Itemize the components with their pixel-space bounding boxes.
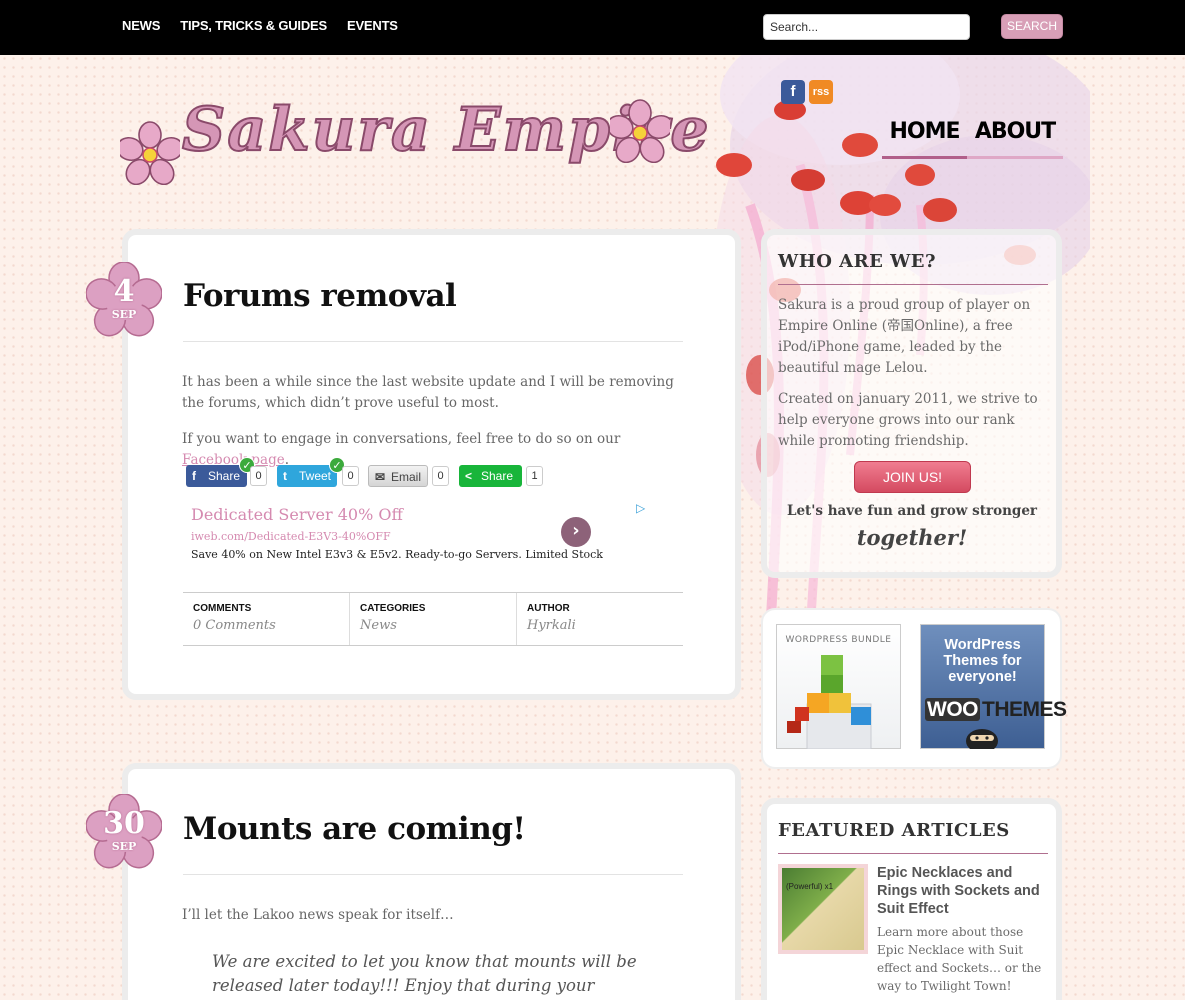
meta-label: CATEGORIES <box>360 603 426 614</box>
featured-article-title[interactable]: Epic Necklaces and Rings with Sockets an… <box>877 864 1052 918</box>
widget-title: WHO ARE WE? <box>778 251 937 272</box>
widget-title: FEATURED ARTICLES <box>778 820 1010 841</box>
post-quote: We are excited to let you know that moun… <box>212 952 637 995</box>
wordpress-bundle-banner[interactable]: WORDPRESS BUNDLE <box>776 624 901 749</box>
share-count: 0 <box>432 466 449 486</box>
post-title[interactable]: Forums removal <box>183 278 457 314</box>
chevron-right-icon[interactable]: › <box>561 517 591 547</box>
twitter-icon: t <box>283 469 287 483</box>
meta-author[interactable]: AUTHOR Hyrkali <box>517 593 683 645</box>
nav-about[interactable]: ABOUT <box>967 115 1063 159</box>
thumbnail-caption: (Powerful) x1 <box>786 882 834 891</box>
ad-choices-icon[interactable]: ▷ <box>636 501 645 515</box>
tweet-button[interactable]: t Tweet ✓ <box>277 457 345 487</box>
post-month: SEP <box>111 840 137 853</box>
post-paragraph: If you want to engage in conversations, … <box>182 429 682 471</box>
facebook-icon: f <box>192 469 196 483</box>
share-icon: < <box>465 469 473 483</box>
join-us-button[interactable]: JOIN US! <box>854 461 971 493</box>
widget-paragraph: Created on january 2011, we strive to he… <box>778 391 1038 449</box>
top-nav-news[interactable]: NEWS <box>122 18 160 33</box>
divider <box>778 284 1048 285</box>
post-date-badge: 30 SEP <box>86 794 162 870</box>
post-date-badge: 4 SEP <box>86 262 162 338</box>
rss-icon[interactable]: rss <box>809 80 833 104</box>
nav-home[interactable]: HOME <box>882 115 967 159</box>
banner-label: WORDPRESS BUNDLE <box>785 635 892 645</box>
divider <box>778 853 1048 854</box>
facebook-icon[interactable]: f <box>781 80 805 104</box>
ninja-icon <box>966 729 998 749</box>
tagline-emphasis: together! <box>856 525 968 550</box>
featured-article-excerpt: Learn more about those Epic Necklace wit… <box>877 925 1042 993</box>
paragraph-text: If you want to engage in conversations, … <box>182 431 621 447</box>
share-count: 1 <box>526 466 543 486</box>
meta-value: News <box>360 618 397 633</box>
meta-categories[interactable]: CATEGORIES News <box>350 593 517 645</box>
ad-url[interactable]: iweb.com/Dedicated-E3V3-40%OFF <box>191 530 391 543</box>
email-icon: ✉ <box>375 470 386 484</box>
main-nav: HOME ABOUT <box>882 115 1063 159</box>
meta-value: Hyrkali <box>527 618 576 633</box>
generic-share-button[interactable]: < Share <box>459 465 522 487</box>
share-label: Share <box>208 469 241 483</box>
search-input[interactable] <box>763 14 970 40</box>
share-label: Tweet <box>299 469 332 483</box>
ad-title[interactable]: Dedicated Server 40% Off <box>191 505 403 524</box>
search-button[interactable]: SEARCH <box>1001 14 1063 39</box>
meta-value: 0 Comments <box>193 618 276 633</box>
meta-comments[interactable]: COMMENTS 0 Comments <box>183 593 350 645</box>
divider <box>183 341 683 342</box>
share-label: Email <box>391 470 422 484</box>
social-links: f rss <box>781 80 833 104</box>
top-nav-events[interactable]: EVENTS <box>347 18 398 33</box>
post-day: 4 <box>113 274 135 309</box>
featured-article-thumbnail[interactable]: (Powerful) x1 <box>778 864 868 954</box>
meta-label: COMMENTS <box>193 603 252 614</box>
post-paragraph: I’ll let the Lakoo news speak for itself… <box>182 907 454 923</box>
logo-word: WOO <box>925 698 980 721</box>
woothemes-banner[interactable]: WordPress Themes for everyone! WOO THEMES <box>920 624 1067 749</box>
post-paragraph: It has been a while since the last websi… <box>182 374 674 411</box>
post-day: 30 <box>103 806 145 841</box>
sakura-flower-icon <box>120 121 180 185</box>
divider <box>183 874 683 875</box>
banner-text: WordPress Themes for everyone! <box>943 637 1022 685</box>
post-meta: COMMENTS 0 Comments CATEGORIES News AUTH… <box>183 592 683 646</box>
site-logo[interactable]: Sakura Empire <box>120 94 710 190</box>
tagline: Let's have fun and grow stronger <box>786 503 1038 519</box>
facebook-share-button[interactable]: f Share ✓ <box>186 457 255 487</box>
email-share-button[interactable]: ✉ Email <box>368 465 428 487</box>
logo-word: THEMES <box>982 698 1067 721</box>
share-count: 0 <box>250 466 267 486</box>
ad-description: Save 40% on New Intel E3v3 & E5v2. Ready… <box>191 548 603 561</box>
meta-label: AUTHOR <box>527 603 570 614</box>
post-month: SEP <box>111 308 137 321</box>
share-label: Share <box>481 469 514 483</box>
share-count: 0 <box>342 466 359 486</box>
woothemes-logo: WOO THEMES <box>925 698 1067 722</box>
top-nav: NEWS TIPS, TRICKS & GUIDES EVENTS <box>122 18 398 33</box>
widget-paragraph: Sakura is a proud group of player on Emp… <box>778 297 1031 376</box>
sakura-flower-icon <box>610 99 670 163</box>
top-nav-tips[interactable]: TIPS, TRICKS & GUIDES <box>180 18 327 33</box>
blocks-illustration <box>787 655 872 749</box>
post-title[interactable]: Mounts are coming! <box>183 811 526 847</box>
